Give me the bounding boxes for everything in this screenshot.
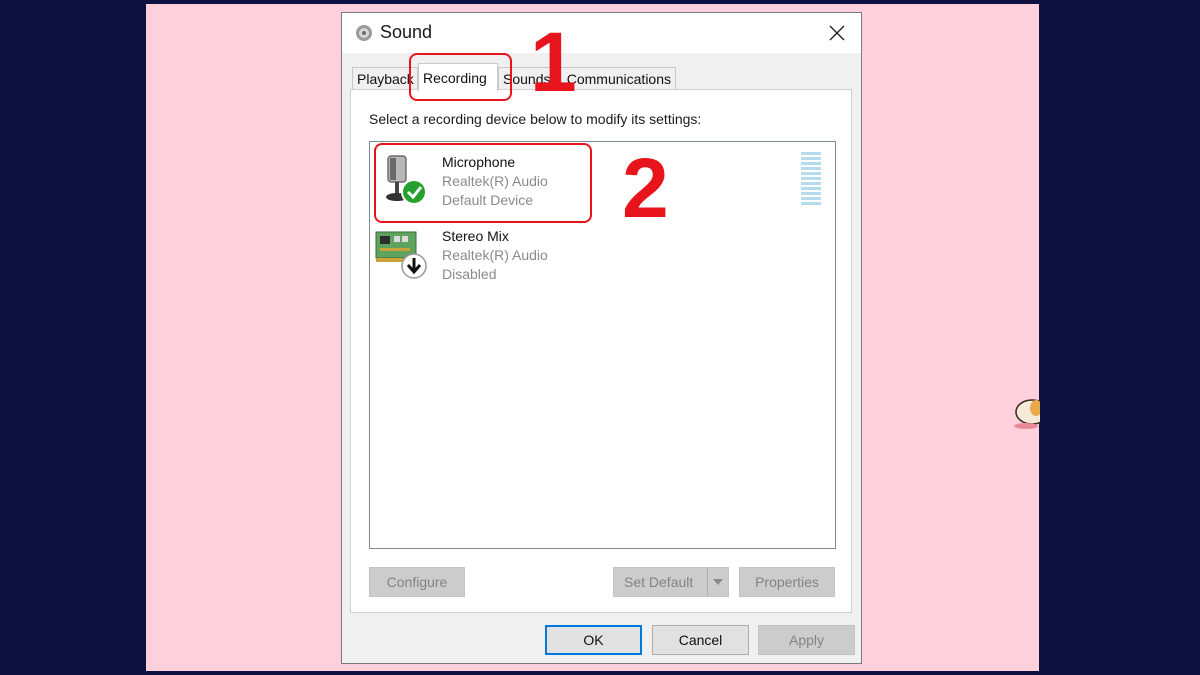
tab-label: Communications (566, 70, 671, 87)
device-status: Disabled (442, 266, 497, 282)
title-bar: Sound (342, 13, 861, 53)
speaker-icon (356, 25, 372, 41)
set-default-button[interactable]: Set Default (613, 567, 729, 597)
annotation-step-2: 2 (622, 141, 669, 235)
level-meter (801, 152, 821, 208)
tab-label: Playback (357, 70, 414, 87)
window-title: Sound (380, 22, 433, 42)
set-default-dropdown[interactable] (707, 568, 728, 596)
sound-card-icon (375, 231, 427, 279)
dog-mascot-icon (1014, 399, 1040, 429)
set-default-label: Set Default (624, 574, 694, 590)
tab-label: Recording (423, 69, 487, 86)
instruction-text: Select a recording device below to modif… (369, 111, 702, 127)
close-button[interactable] (819, 17, 855, 49)
device-driver: Realtek(R) Audio (442, 247, 548, 263)
tab-recording[interactable]: Recording (418, 63, 498, 91)
close-icon (829, 25, 845, 41)
properties-button[interactable]: Properties (739, 567, 835, 597)
device-name: Stereo Mix (442, 228, 509, 244)
annotation-step-1: 1 (530, 15, 577, 109)
ok-button[interactable]: OK (545, 625, 642, 655)
sound-dialog: Sound Playback Recording Sounds Communic… (341, 12, 862, 664)
tab-communications[interactable]: Communications (560, 67, 676, 89)
annotation-box-microphone (374, 143, 592, 223)
apply-button[interactable]: Apply (758, 625, 855, 655)
configure-button[interactable]: Configure (369, 567, 465, 597)
cancel-button[interactable]: Cancel (652, 625, 749, 655)
down-arrow-icon (401, 253, 427, 279)
chevron-down-icon (713, 579, 724, 585)
